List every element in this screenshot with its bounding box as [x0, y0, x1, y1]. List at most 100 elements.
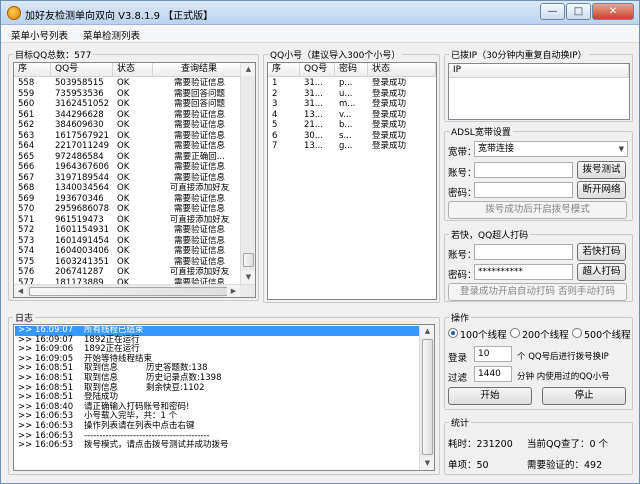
close-button[interactable]: ✕ [592, 3, 634, 20]
log-entry[interactable]: >> 16:09:06 1892正在运行 [15, 345, 420, 355]
log-list[interactable]: >> 16:09:07 所有线程已结束 >> 16:09:07 1892正在运行 >> … [13, 324, 435, 471]
table-cell: OK [117, 99, 130, 109]
scroll-thumb[interactable] [243, 253, 254, 267]
table-row[interactable]: 565 972486584 OK 需要正确回... [14, 152, 242, 163]
stop-button[interactable]: 停止 [542, 387, 626, 405]
chaoren-button[interactable]: 超人打码 [577, 263, 626, 281]
scroll-down-icon[interactable]: ▼ [241, 271, 255, 284]
chevron-down-icon[interactable]: ▼ [619, 142, 624, 156]
target-vscroll[interactable]: ▲ ▼ [240, 63, 255, 284]
table-row[interactable]: 5 21... b... 登录成功 [268, 120, 436, 131]
hscroll-thumb[interactable] [29, 287, 229, 296]
table-row[interactable]: 2 31... u... 登录成功 [268, 89, 436, 100]
table-row[interactable]: 559 735953536 OK 需要回答问题 [14, 89, 242, 100]
table-row[interactable]: 563 1617567921 OK 需要验证信息 [14, 131, 242, 142]
table-cell: 565 [18, 151, 35, 162]
table-row[interactable]: 560 3162451052 OK 需要回答问题 [14, 99, 242, 110]
adsl-account-label: 账号： [448, 168, 477, 179]
log-entry[interactable]: >> 16:08:51 取到信息 历史记录点数:1398 [15, 373, 420, 384]
table-row[interactable]: 567 3197189544 OK 需要验证信息 [14, 173, 242, 184]
col-ip[interactable]: IP [449, 64, 629, 78]
thread-500-label[interactable]: 500个线程 [584, 327, 631, 341]
table-row[interactable]: 575 1603241351 OK 需要验证信息 [14, 257, 242, 268]
log-entry[interactable]: >> 16:09:07 所有线程已结束 [15, 325, 420, 336]
log-entry[interactable]: >> 16:09:05 开始等待线程结束 [15, 354, 420, 365]
table-row[interactable]: 576 206741287 OK 可直接添加好友 [14, 267, 242, 278]
menu-check-list[interactable]: 菜单检测列表 [83, 28, 140, 42]
menu-small-accounts[interactable]: 菜单小号列表 [11, 28, 68, 42]
scroll-left-icon[interactable]: ◀ [14, 285, 27, 297]
log-vscroll[interactable]: ▲ ▼ [419, 325, 434, 470]
table-row[interactable]: 574 1604003406 OK 需要验证信息 [14, 246, 242, 257]
table-cell: 735953536 [55, 88, 104, 99]
captcha-password-input[interactable]: ********** [474, 264, 573, 280]
adsl-password-input[interactable] [474, 182, 573, 198]
table-row[interactable]: 569 193670346 OK 需要验证信息 [14, 194, 242, 205]
table-row[interactable]: 7 13... g... 登录成功 [268, 141, 436, 152]
start-button[interactable]: 开始 [448, 387, 532, 405]
col-status[interactable]: 状态 [368, 63, 436, 77]
target-list[interactable]: 序 QQ号 状态 查询结果 558 503958515 OK 需要验证信息 559 735… [13, 62, 256, 298]
thread-100-radio[interactable] [448, 328, 458, 338]
col-index[interactable]: 序 [268, 63, 300, 77]
col-status[interactable]: 状态 [113, 63, 153, 77]
table-row[interactable]: 6 30... s... 登录成功 [268, 131, 436, 142]
thread-500-radio[interactable] [572, 328, 582, 338]
col-password[interactable]: 密码 [335, 63, 368, 77]
col-result[interactable]: 查询结果 [153, 63, 242, 77]
thread-200-radio[interactable] [510, 328, 520, 338]
scroll-up-icon[interactable]: ▲ [241, 63, 255, 76]
log-entry[interactable]: >> 16:09:07 1892正在运行 [15, 335, 420, 346]
table-row[interactable]: 562 384609630 OK 需要验证信息 [14, 120, 242, 131]
table-cell: 575 [18, 256, 35, 267]
scroll-up-icon[interactable]: ▲ [420, 325, 434, 338]
log-entry[interactable]: >> 16:06:53 操作列表请在列表中点击右键 [15, 421, 420, 432]
small-list[interactable]: 序 QQ号 密码 状态 1 31... p... 登录成功 2 31... u... 登录成功… [267, 62, 437, 300]
table-row[interactable]: 570 2959686078 OK 需要验证信息 [14, 204, 242, 215]
col-qq[interactable]: QQ号 [51, 63, 113, 77]
table-row[interactable]: 558 503958515 OK 需要验证信息 [14, 78, 242, 89]
login-count-input[interactable]: 10 [474, 346, 512, 362]
login-label: 登录 [448, 353, 468, 364]
col-index[interactable]: 序 [14, 63, 51, 77]
scroll-thumb[interactable] [422, 339, 433, 455]
table-row[interactable]: 566 1964367606 OK 需要验证信息 [14, 162, 242, 173]
maximize-button[interactable]: □ [566, 3, 591, 20]
table-cell: 登录成功 [372, 120, 407, 130]
table-cell: 2959686078 [55, 204, 110, 214]
table-cell: 1601491454 [55, 235, 110, 246]
log-entry[interactable]: >> 16:08:51 登陆成功 [15, 393, 420, 403]
dial-test-button[interactable]: 拨号测试 [577, 161, 626, 179]
log-entry[interactable]: >> 16:06:53 拨号模式，请点击拨号测试并成功拨号 [15, 441, 420, 451]
captcha-account-input[interactable] [474, 244, 573, 260]
table-row[interactable]: 573 1601491454 OK 需要验证信息 [14, 236, 242, 247]
log-entry[interactable]: >> 16:06:53 小号载入完毕，共：1 个 [15, 412, 420, 422]
table-row[interactable]: 4 13... v... 登录成功 [268, 110, 436, 121]
table-row[interactable]: 571 961519473 OK 可直接添加好友 [14, 215, 242, 226]
disconnect-button[interactable]: 断开网络 [577, 181, 626, 199]
bandwidth-select[interactable]: 宽带连接 ▼ [474, 141, 628, 157]
filter-minutes-input[interactable]: 1440 [474, 366, 512, 382]
auto-captcha-button[interactable]: 登录成功开启自动打码 否则手动打码 [448, 283, 627, 301]
thread-200-label[interactable]: 200个线程 [522, 327, 569, 341]
col-qq[interactable]: QQ号 [300, 63, 335, 77]
target-hscroll[interactable]: ◀ ▶ [14, 284, 255, 297]
table-cell: 登录成功 [372, 88, 407, 99]
ruokuai-button[interactable]: 若快打码 [577, 243, 626, 261]
table-row[interactable]: 564 2217011249 OK 需要验证信息 [14, 141, 242, 152]
adsl-account-input[interactable] [474, 162, 573, 178]
log-entry[interactable]: >> 16:08:51 取到信息 剩余快豆:1102 [15, 383, 420, 394]
auto-dial-button[interactable]: 拨号成功后开启拨号模式 [448, 201, 627, 219]
scroll-right-icon[interactable]: ▶ [227, 285, 240, 297]
thread-100-label[interactable]: 100个线程 [460, 327, 507, 341]
minimize-button[interactable]: — [540, 3, 565, 20]
table-cell: 567 [18, 172, 35, 183]
log-entry[interactable]: >> 16:08:40 请正确输入打码账号和密码! [15, 402, 420, 413]
table-row[interactable]: 572 1601154931 OK 需要验证信息 [14, 225, 242, 236]
ip-list[interactable]: IP [448, 63, 630, 120]
table-row[interactable]: 568 1340034564 OK 可直接添加好友 [14, 183, 242, 194]
table-row[interactable]: 561 344296628 OK 需要验证信息 [14, 110, 242, 121]
table-row[interactable]: 3 31... m... 登录成功 [268, 99, 436, 110]
scroll-down-icon[interactable]: ▼ [420, 457, 434, 470]
table-row[interactable]: 1 31... p... 登录成功 [268, 78, 436, 89]
